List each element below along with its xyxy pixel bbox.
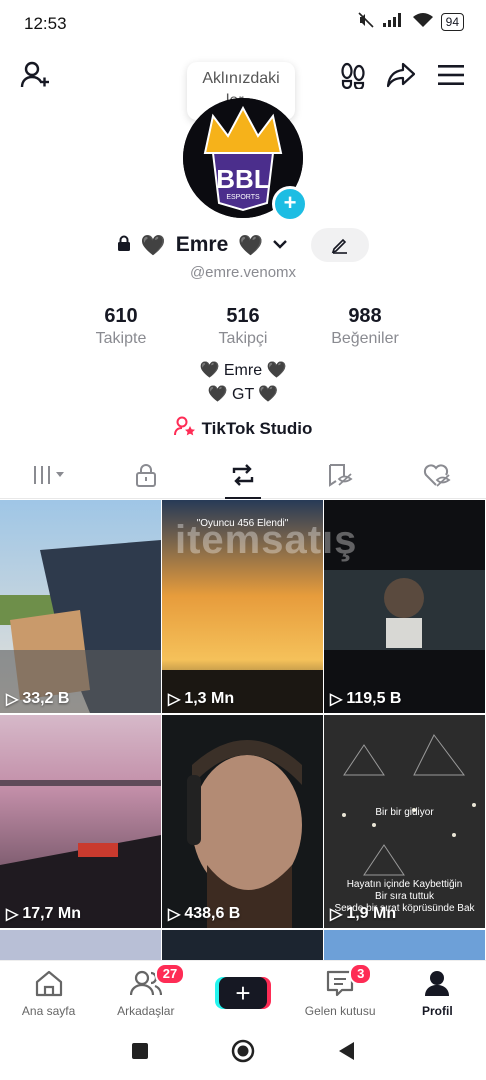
watermark: itemsatış (175, 518, 358, 562)
stat-value: 610 (104, 305, 138, 327)
status-icons: 94 (357, 12, 464, 31)
heart-icon: 🖤 (140, 234, 166, 257)
lock-icon (117, 235, 131, 256)
home-button[interactable] (231, 1039, 255, 1068)
thought-bubble-line1: Aklınızdaki (202, 70, 280, 87)
tiktok-studio-label: TikTok Studio (201, 418, 313, 438)
profile-name-row: 🖤 Emre 🖤 (0, 228, 486, 262)
video-caption-bottom-1: Hayatın içinde Kaybettiğin (346, 879, 463, 890)
stat-value: 988 (348, 305, 382, 327)
play-icon: ▷ (330, 906, 343, 923)
add-friend-icon[interactable] (18, 58, 52, 92)
repost-icon (232, 464, 254, 486)
edit-profile-button[interactable] (311, 228, 370, 262)
tab-favorites[interactable] (310, 452, 370, 498)
stat-following[interactable]: 610 Takipte (66, 305, 176, 348)
video-thumbnail[interactable]: Bir bir gidiyor Hayatın içinde Kaybettiğ… (324, 715, 485, 928)
view-count: ▷ 1,3 Mn (168, 689, 234, 709)
stat-followers[interactable]: 516 Takipçi (188, 305, 298, 348)
nav-inbox[interactable]: 3 Gelen kutusu (295, 961, 385, 1018)
video-thumbnail[interactable]: ▷ 438,6 B (162, 715, 323, 928)
profile-name: Emre (175, 233, 229, 256)
tab-liked[interactable] (407, 452, 467, 498)
tab-private[interactable] (116, 452, 176, 498)
home-icon (35, 970, 62, 997)
video-caption-top: Bir bir gidiyor (375, 807, 434, 818)
friends-badge: 27 (154, 963, 186, 985)
view-count-value: 1,3 Mn (184, 690, 235, 707)
video-thumbnail[interactable]: ▷ 17,7 Mn (0, 715, 161, 928)
nav-label: Arkadaşlar (117, 1004, 175, 1018)
create-button[interactable]: + (214, 977, 271, 1009)
play-icon: ▷ (168, 691, 181, 708)
system-nav (0, 1026, 486, 1080)
profile-stats: 610 Takipte 516 Takipçi 988 Beğeniler (60, 305, 426, 348)
bio-line-1: 🖤 Emre 🖤 (199, 362, 287, 379)
heart-icon: 🖤 (238, 234, 264, 257)
view-count: ▷ 17,7 Mn (6, 904, 81, 924)
video-thumbnail[interactable] (0, 930, 161, 960)
inbox-badge: 3 (349, 963, 373, 985)
menu-icon[interactable] (434, 58, 468, 92)
video-thumbnail[interactable] (324, 930, 485, 960)
play-icon: ▷ (6, 691, 19, 708)
wifi-icon (412, 12, 433, 31)
battery-indicator: 94 (440, 12, 464, 31)
profile-icon (425, 971, 450, 996)
profile-handle: @emre.venomx (189, 264, 297, 281)
share-icon[interactable] (384, 58, 418, 92)
lock-icon (135, 464, 156, 487)
view-count-value: 119,5 B (346, 690, 402, 707)
avatar-logo-sub: ESPORTS (226, 194, 260, 201)
nav-home[interactable]: Ana sayfa (4, 961, 94, 1018)
view-count-value: 438,6 B (184, 905, 241, 922)
nav-label: Gelen kutusu (304, 1004, 376, 1018)
nav-label: Profil (422, 1004, 453, 1018)
play-icon: ▷ (330, 691, 343, 708)
chevron-down-icon[interactable] (273, 236, 288, 254)
nav-friends[interactable]: 27 Arkadaşlar (101, 961, 191, 1018)
grid-icon (33, 466, 64, 484)
stat-label: Takipte (95, 330, 147, 347)
add-avatar-button[interactable]: + (272, 186, 308, 222)
video-caption-bottom-2: Bir sıra tuttuk (375, 891, 434, 902)
play-icon: ▷ (6, 906, 19, 923)
view-count-value: 1,9 Mn (346, 905, 397, 922)
nav-label: Ana sayfa (21, 1004, 76, 1018)
video-thumbnail[interactable]: ▷ 33,2 B (0, 500, 161, 713)
view-count-value: 17,7 Mn (22, 905, 81, 922)
video-thumbnail[interactable] (162, 930, 323, 960)
stat-likes[interactable]: 988 Beğeniler (310, 305, 420, 348)
play-icon: ▷ (168, 906, 181, 923)
mute-icon (357, 12, 375, 31)
back-button[interactable] (337, 1041, 355, 1066)
pencil-icon (331, 238, 348, 254)
nav-profile[interactable]: Profil (392, 961, 482, 1018)
bookmark-hidden-icon (329, 464, 353, 487)
tab-reposts[interactable] (213, 452, 273, 499)
footprint-icon[interactable] (336, 58, 370, 92)
view-count: ▷ 119,5 B (330, 689, 401, 709)
nav-create[interactable]: + (198, 961, 288, 1009)
stat-label: Takipçi (218, 330, 268, 347)
tiktok-studio-link[interactable]: TikTok Studio (0, 416, 486, 441)
bio-line-2: 🖤 GT 🖤 (207, 386, 279, 403)
creator-star-icon (173, 416, 196, 441)
stat-value: 516 (226, 305, 260, 327)
signal-icon (382, 13, 405, 30)
heart-hidden-icon (424, 464, 451, 487)
bottom-nav: Ana sayfa 27 Arkadaşlar + 3 Gelen kutusu… (0, 960, 486, 1027)
view-count: ▷ 1,9 Mn (330, 904, 396, 924)
profile-tabs (0, 452, 486, 499)
stat-label: Beğeniler (331, 330, 399, 347)
recents-button[interactable] (131, 1042, 149, 1065)
plus-icon: + (218, 977, 267, 1009)
avatar-logo-text: BBL (216, 164, 270, 194)
view-count-value: 33,2 B (22, 690, 70, 707)
status-time: 12:53 (24, 14, 67, 33)
view-count: ▷ 438,6 B (168, 904, 240, 924)
tab-videos[interactable] (19, 452, 79, 498)
view-count: ▷ 33,2 B (6, 689, 69, 709)
